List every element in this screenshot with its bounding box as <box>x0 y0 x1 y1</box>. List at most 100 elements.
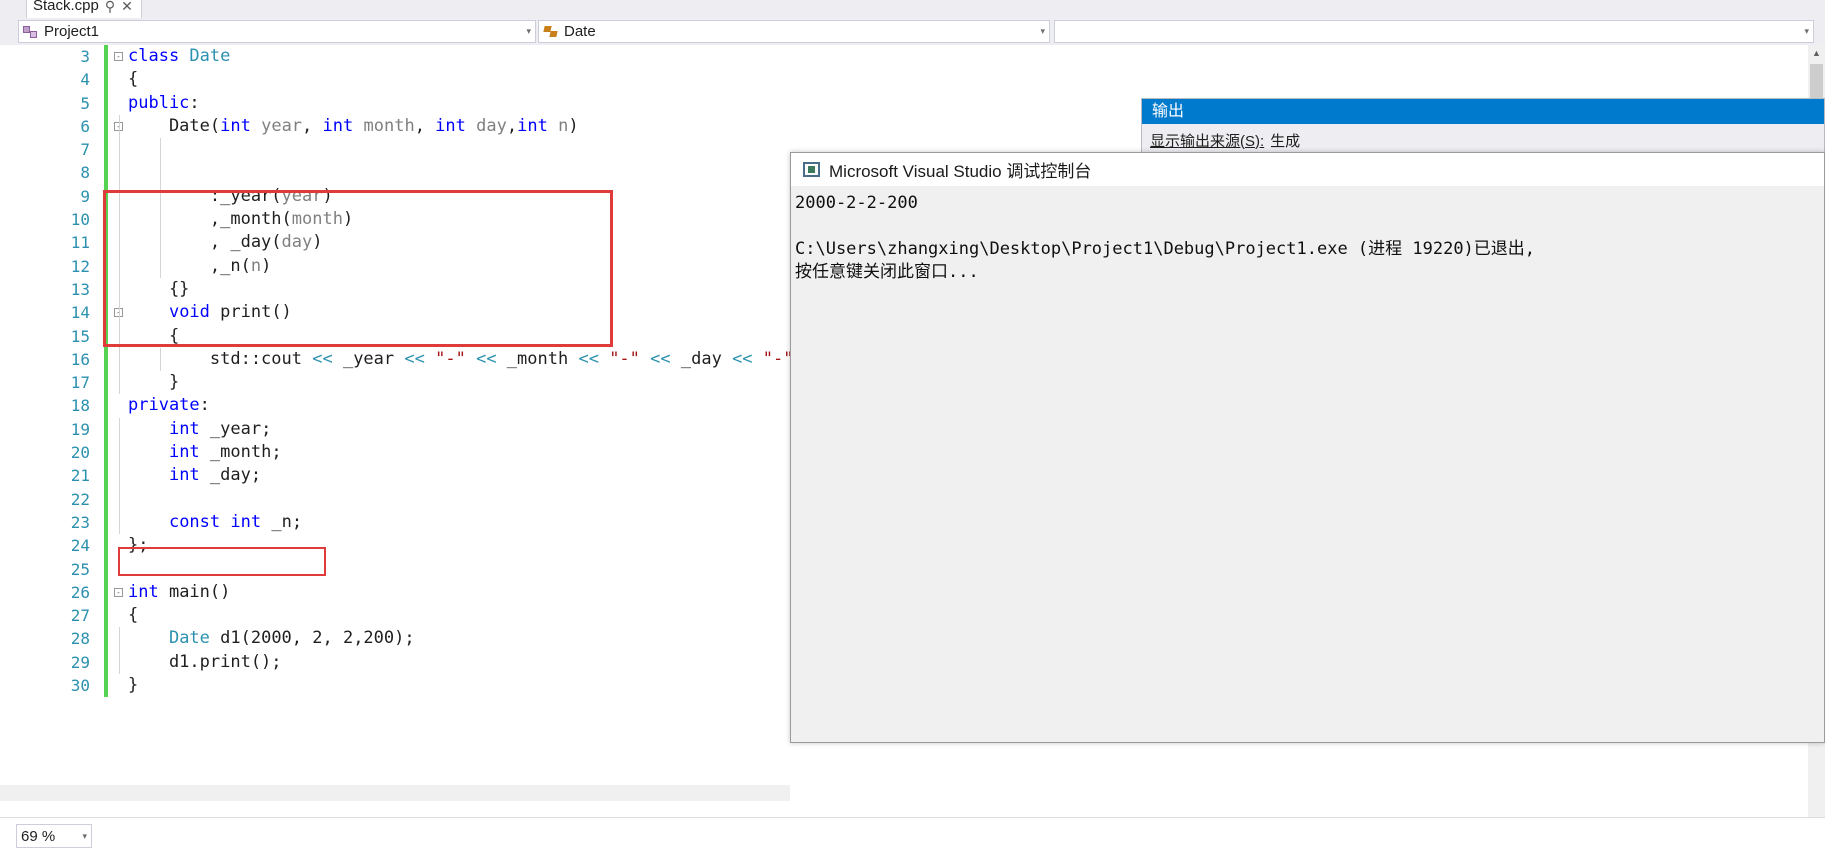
code-text[interactable]: class Date <box>128 45 230 68</box>
zoom-level-dropdown[interactable]: 69 % ▾ <box>16 824 92 848</box>
change-bar <box>104 254 108 278</box>
console-title-bar[interactable]: Microsoft Visual Studio 调试控制台 <box>791 153 1824 186</box>
collapse-toggle-icon[interactable]: - <box>114 52 123 61</box>
change-bar <box>104 114 108 139</box>
indent-guide <box>119 464 120 488</box>
chevron-down-icon[interactable]: ▾ <box>1040 26 1045 37</box>
collapse-toggle-icon[interactable]: - <box>114 587 123 597</box>
output-source-label: 显示输出来源(S): <box>1150 132 1265 150</box>
change-bar <box>104 534 108 558</box>
code-text[interactable]: { <box>128 604 138 627</box>
indent-guide <box>119 417 120 442</box>
scroll-up-icon[interactable]: ▲ <box>1808 45 1825 62</box>
tab-stack-cpp[interactable]: Stack.cpp ⚲ ✕ <box>26 0 142 18</box>
line-number: 4 <box>80 70 90 90</box>
code-text[interactable]: { <box>128 325 179 348</box>
code-text[interactable]: void print() <box>128 301 292 324</box>
indent-guide <box>119 161 120 185</box>
code-text[interactable]: int main() <box>128 581 230 604</box>
indent-guide <box>119 650 120 675</box>
line-number: 17 <box>70 373 90 393</box>
change-bar <box>104 417 108 442</box>
code-text[interactable]: ,_n(n) <box>128 255 271 278</box>
indent-guide <box>119 324 120 348</box>
indent-guide <box>119 301 120 325</box>
code-text[interactable]: { <box>128 68 138 91</box>
indent-guide <box>119 487 120 511</box>
line-number: 5 <box>80 93 90 113</box>
change-bar <box>104 580 108 605</box>
project-dropdown-value: Project1 <box>44 23 100 40</box>
line-number: 19 <box>70 419 90 439</box>
indent-guide <box>119 231 120 255</box>
line-number: 21 <box>70 466 90 486</box>
code-text[interactable]: , _day(day) <box>128 231 323 254</box>
code-text[interactable]: } <box>128 371 179 394</box>
code-text[interactable]: int _day; <box>128 464 261 487</box>
code-text[interactable]: int _month; <box>128 441 282 464</box>
indent-guide <box>119 347 120 372</box>
change-bar <box>104 45 108 69</box>
horizontal-scrollbar[interactable] <box>0 785 790 801</box>
console-line: 2000-2-2-200 <box>795 193 918 213</box>
line-number: 24 <box>70 536 90 556</box>
code-text[interactable]: const int _n; <box>128 511 302 534</box>
change-bar <box>104 604 108 628</box>
console-icon <box>803 162 820 177</box>
change-bar <box>104 627 108 651</box>
code-text[interactable]: d1.print(); <box>128 651 282 674</box>
code-text[interactable]: private: <box>128 394 210 417</box>
debug-console-window[interactable]: Microsoft Visual Studio 调试控制台 2000-2-2-2… <box>790 152 1825 743</box>
line-number: 25 <box>70 559 90 579</box>
chevron-down-icon[interactable]: ▾ <box>82 831 87 842</box>
line-number: 9 <box>80 186 90 206</box>
code-text[interactable]: {} <box>128 278 189 301</box>
output-source-value[interactable]: 生成 <box>1270 130 1300 151</box>
project-icon <box>23 24 38 39</box>
indent-guide <box>159 161 161 185</box>
code-text[interactable]: } <box>128 674 138 697</box>
line-number: 28 <box>70 629 90 649</box>
change-bar <box>104 510 108 535</box>
code-text[interactable]: }; <box>128 534 148 557</box>
change-bar <box>104 208 108 232</box>
change-bar <box>104 674 108 698</box>
code-text[interactable]: ,_month(month) <box>128 208 353 231</box>
project-dropdown[interactable]: Project1 ▾ <box>18 20 536 43</box>
code-text[interactable]: public: <box>128 92 200 115</box>
code-text[interactable]: std::cout << _year << "-" << _month << "… <box>128 348 794 371</box>
change-bar <box>104 277 108 302</box>
close-icon[interactable]: ✕ <box>121 0 133 13</box>
zoom-level-value: 69 % <box>21 827 56 845</box>
indent-guide <box>119 208 120 232</box>
chevron-down-icon[interactable]: ▾ <box>526 26 531 37</box>
code-text[interactable]: Date d1(2000, 2, 2,200); <box>128 627 415 650</box>
chevron-down-icon[interactable]: ▾ <box>1804 26 1809 37</box>
change-bar <box>104 301 108 325</box>
console-line: C:\Users\zhangxing\Desktop\Project1\Debu… <box>795 239 1536 259</box>
console-output-body[interactable]: 2000-2-2-200 C:\Users\zhangxing\Desktop\P… <box>791 186 1824 742</box>
change-bar <box>104 347 108 372</box>
status-bar: 69 % ▾ <box>0 817 1825 863</box>
code-text[interactable]: int _year; <box>128 418 271 441</box>
line-number: 10 <box>70 210 90 230</box>
pin-icon[interactable]: ⚲ <box>105 0 115 13</box>
code-text[interactable]: Date(int year, int month, int day,int n) <box>128 115 579 138</box>
code-line[interactable]: 4{ <box>18 68 1825 92</box>
line-number: 12 <box>70 256 90 276</box>
code-line[interactable]: 3 - class Date <box>18 45 1825 69</box>
change-bar <box>104 161 108 185</box>
function-dropdown[interactable]: ▾ <box>1054 20 1814 43</box>
indent-guide <box>119 277 120 302</box>
change-bar <box>104 371 108 395</box>
navigation-bar: Project1 ▾ Date ▾ ▾ <box>0 18 1825 45</box>
line-number: 3 <box>80 47 90 66</box>
member-dropdown[interactable]: Date ▾ <box>538 20 1050 43</box>
change-bar <box>104 138 108 162</box>
member-dropdown-value: Date <box>564 23 596 40</box>
code-text[interactable]: :_year(year) <box>128 185 333 208</box>
change-bar <box>104 394 108 418</box>
change-bar <box>104 557 108 581</box>
indent-guide <box>159 138 161 162</box>
line-number: 26 <box>70 582 90 602</box>
